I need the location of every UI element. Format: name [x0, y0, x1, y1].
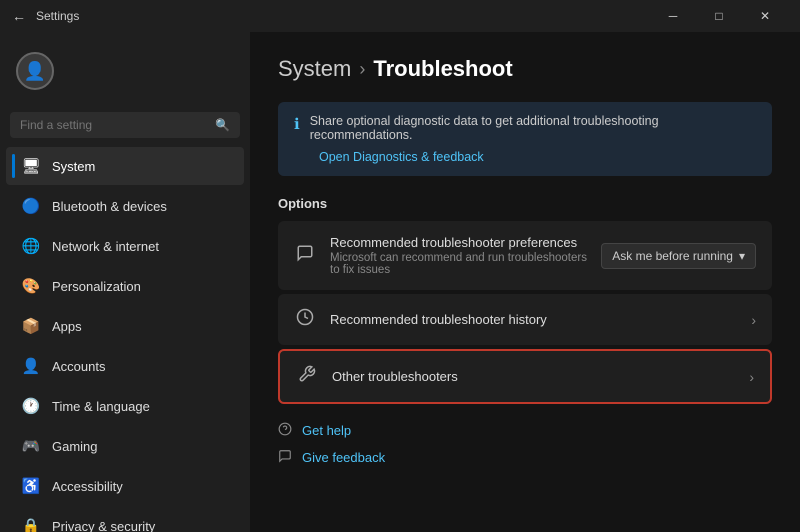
option-title-other-troubleshooters: Other troubleshooters: [332, 369, 735, 384]
option-recommended-prefs[interactable]: Recommended troubleshooter preferences M…: [278, 221, 772, 290]
give-feedback-link[interactable]: Give feedback: [302, 450, 385, 465]
sidebar-item-accessibility[interactable]: ♿ Accessibility: [6, 467, 244, 505]
gaming-icon: 🎮: [22, 437, 40, 455]
open-diagnostics-link[interactable]: Open Diagnostics & feedback: [319, 150, 756, 164]
help-links: Get help Give feedback: [278, 422, 772, 466]
breadcrumb-current: Troubleshoot: [373, 56, 512, 82]
troubleshooter-prefs-dropdown[interactable]: Ask me before running ▾: [601, 243, 756, 269]
get-help-icon: [278, 422, 292, 439]
sidebar: 👤 🔍 🖥 System 🔵 Bluetooth & devices 🌐 Net…: [0, 32, 250, 532]
sidebar-item-personalization[interactable]: 🎨 Personalization: [6, 267, 244, 305]
profile-section: 👤: [0, 40, 250, 102]
content-area: System › Troubleshoot ℹ Share optional d…: [250, 32, 800, 532]
sidebar-item-label: Accessibility: [52, 479, 123, 494]
dropdown-label: Ask me before running: [612, 249, 733, 263]
dropdown-chevron-icon: ▾: [739, 249, 745, 263]
system-icon: 🖥: [22, 157, 40, 175]
info-banner: ℹ Share optional diagnostic data to get …: [278, 102, 772, 176]
option-text-other-troubleshooters: Other troubleshooters: [332, 369, 735, 384]
sidebar-item-label: Personalization: [52, 279, 141, 294]
main-layout: 👤 🔍 🖥 System 🔵 Bluetooth & devices 🌐 Net…: [0, 32, 800, 532]
titlebar: ← Settings ─ □ ✕: [0, 0, 800, 32]
search-icon: 🔍: [215, 118, 230, 132]
sidebar-item-time[interactable]: 🕐 Time & language: [6, 387, 244, 425]
option-text-recommended-history: Recommended troubleshooter history: [330, 312, 737, 327]
search-input[interactable]: [20, 118, 207, 132]
sidebar-item-label: Gaming: [52, 439, 98, 454]
option-title-recommended-history: Recommended troubleshooter history: [330, 312, 737, 327]
sidebar-item-label: Accounts: [52, 359, 105, 374]
maximize-button[interactable]: □: [696, 0, 742, 32]
info-icon: ℹ: [294, 115, 300, 133]
get-help-item[interactable]: Get help: [278, 422, 772, 439]
sidebar-item-label: Bluetooth & devices: [52, 199, 167, 214]
chevron-right-icon: ›: [751, 312, 756, 328]
option-recommended-history[interactable]: Recommended troubleshooter history ›: [278, 294, 772, 345]
option-right-recommended-history: ›: [751, 312, 756, 328]
sidebar-item-label: Apps: [52, 319, 82, 334]
sidebar-item-network[interactable]: 🌐 Network & internet: [6, 227, 244, 265]
accessibility-icon: ♿: [22, 477, 40, 495]
sidebar-item-system[interactable]: 🖥 System: [6, 147, 244, 185]
give-feedback-icon: [278, 449, 292, 466]
accounts-icon: 👤: [22, 357, 40, 375]
info-banner-text: Share optional diagnostic data to get ad…: [310, 114, 756, 142]
sidebar-item-label: System: [52, 159, 95, 174]
option-right-recommended-prefs: Ask me before running ▾: [601, 243, 756, 269]
sidebar-item-accounts[interactable]: 👤 Accounts: [6, 347, 244, 385]
other-troubleshooters-icon: [296, 365, 318, 388]
personalization-icon: 🎨: [22, 277, 40, 295]
option-title-recommended-prefs: Recommended troubleshooter preferences: [330, 235, 587, 250]
window-controls: ─ □ ✕: [650, 0, 788, 32]
sidebar-item-privacy[interactable]: 🔒 Privacy & security: [6, 507, 244, 532]
sidebar-item-label: Network & internet: [52, 239, 159, 254]
sidebar-item-bluetooth[interactable]: 🔵 Bluetooth & devices: [6, 187, 244, 225]
time-icon: 🕐: [22, 397, 40, 415]
recommended-history-icon: [294, 308, 316, 331]
options-label: Options: [278, 196, 772, 211]
close-button[interactable]: ✕: [742, 0, 788, 32]
info-banner-row: ℹ Share optional diagnostic data to get …: [294, 114, 756, 142]
sidebar-item-label: Privacy & security: [52, 519, 155, 532]
network-icon: 🌐: [22, 237, 40, 255]
back-button[interactable]: ←: [12, 8, 26, 24]
privacy-icon: 🔒: [22, 517, 40, 532]
avatar[interactable]: 👤: [16, 52, 54, 90]
apps-icon: 📦: [22, 317, 40, 335]
sidebar-item-apps[interactable]: 📦 Apps: [6, 307, 244, 345]
sidebar-item-label: Time & language: [52, 399, 150, 414]
option-right-other-troubleshooters: ›: [749, 369, 754, 385]
option-subtitle-recommended-prefs: Microsoft can recommend and run troubles…: [330, 252, 587, 276]
option-other-troubleshooters[interactable]: Other troubleshooters ›: [278, 349, 772, 404]
search-box[interactable]: 🔍: [10, 112, 240, 138]
minimize-button[interactable]: ─: [650, 0, 696, 32]
page-header: System › Troubleshoot: [278, 56, 772, 82]
breadcrumb-separator: ›: [359, 59, 365, 80]
bluetooth-icon: 🔵: [22, 197, 40, 215]
give-feedback-item[interactable]: Give feedback: [278, 449, 772, 466]
recommended-prefs-icon: [294, 244, 316, 267]
sidebar-item-gaming[interactable]: 🎮 Gaming: [6, 427, 244, 465]
titlebar-title: Settings: [36, 9, 79, 23]
option-text-recommended-prefs: Recommended troubleshooter preferences M…: [330, 235, 587, 276]
chevron-right-icon-2: ›: [749, 369, 754, 385]
breadcrumb-system: System: [278, 56, 351, 82]
get-help-link[interactable]: Get help: [302, 423, 351, 438]
